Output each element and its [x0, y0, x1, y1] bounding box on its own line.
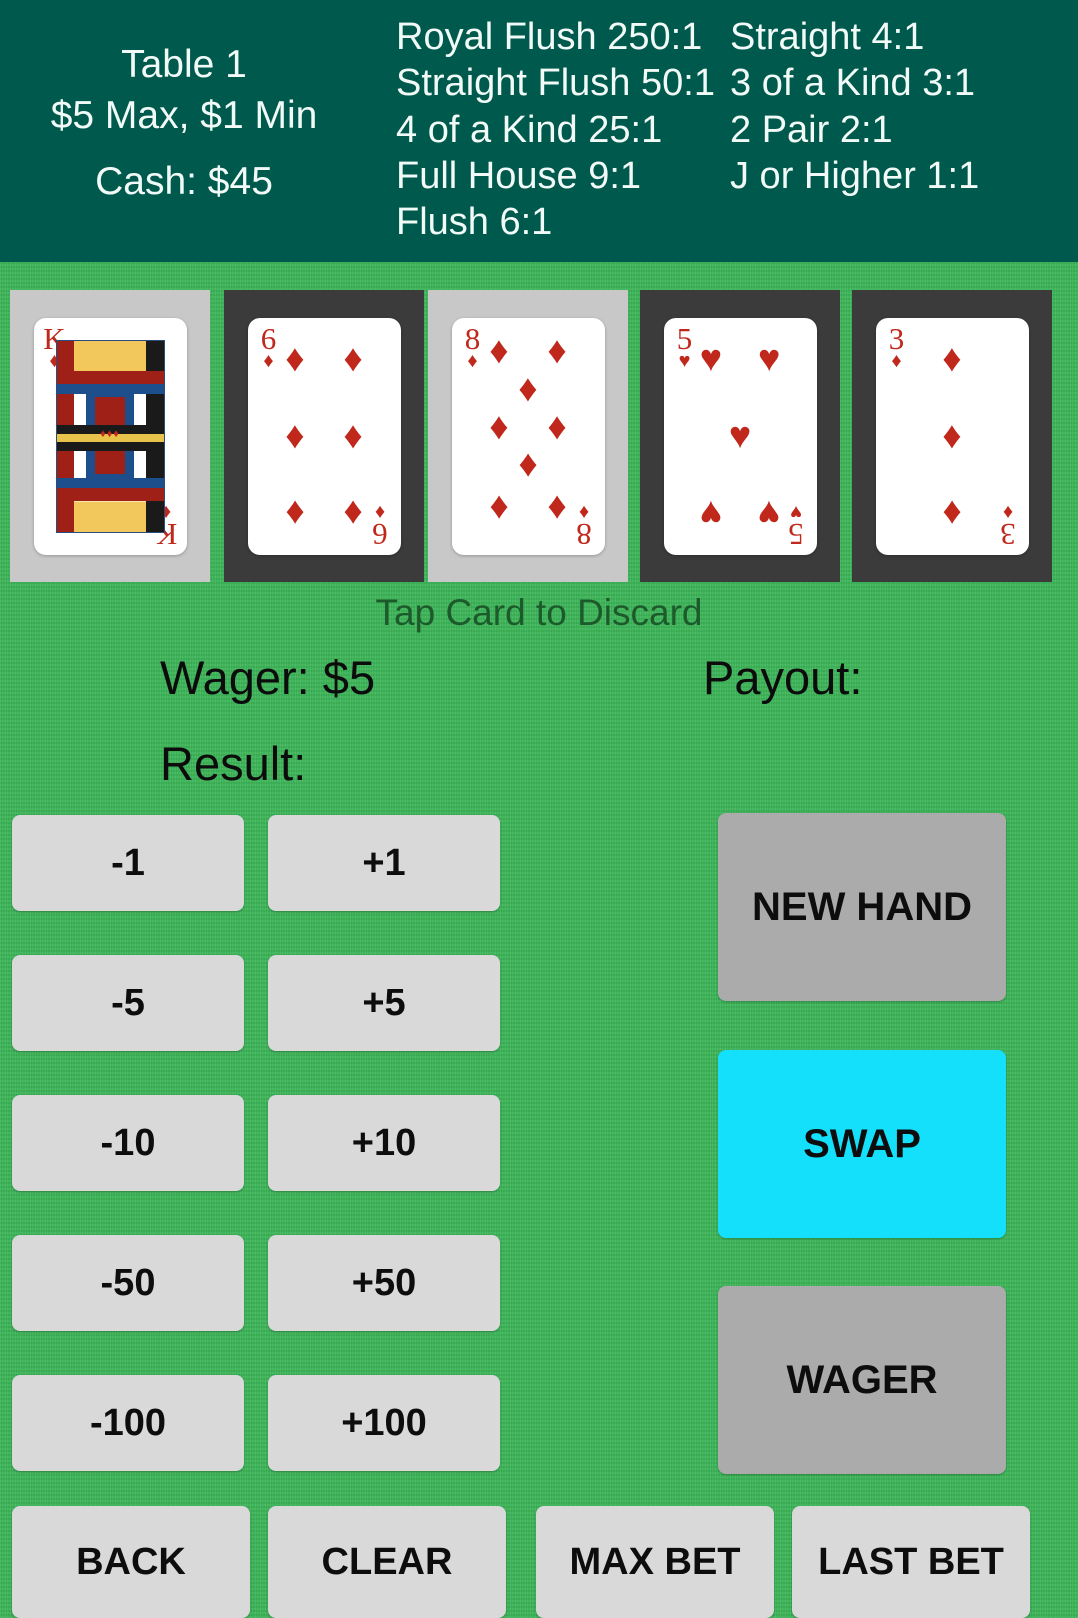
hand-card-row: K ♦ K ♦ ♦♦♦ 6 ♦ 6 ♦ ♦ ♦ ♦ ♦ ♦ ♦ 8 ♦ 8 ♦ ♦ ♦ ♦ ♦ ♦ ♦ ♦ ♦ 5 ♥ 5 ♥ ♥ ♥ ♥ ♥ ♥ 3 ♦…	[0, 290, 1078, 582]
diamonds-pip-icon: ♦	[942, 415, 962, 457]
diamonds-pip-icon: ♦	[285, 338, 305, 381]
hearts-pip-icon: ♥	[699, 338, 723, 381]
last-bet-button[interactable]: LAST BET	[792, 1506, 1030, 1618]
back-button[interactable]: BACK	[12, 1506, 250, 1618]
card-slot-4[interactable]: 5 ♥ 5 ♥ ♥ ♥ ♥ ♥ ♥	[640, 290, 840, 582]
paytable-column-1: Royal Flush 250:1 Straight Flush 50:1 4 …	[396, 14, 715, 246]
card-3-diamonds[interactable]: 3 ♦ 3 ♦ ♦ ♦ ♦	[875, 317, 1029, 555]
card-slot-5[interactable]: 3 ♦ 3 ♦ ♦ ♦ ♦	[852, 290, 1052, 582]
table-name: Table 1	[121, 43, 247, 86]
bet-minus-10-button[interactable]: -10	[12, 1095, 244, 1191]
hearts-pip-icon: ♥	[757, 491, 781, 534]
paytable-row: Royal Flush 250:1	[396, 16, 703, 58]
wager-button[interactable]: WAGER	[718, 1286, 1006, 1474]
header-bar: Table 1 $5 Max, $1 Min Cash: $45 Royal F…	[0, 0, 1078, 262]
diamonds-pip-icon: ♦	[285, 491, 305, 534]
card-8-diamonds[interactable]: 8 ♦ 8 ♦ ♦ ♦ ♦ ♦ ♦ ♦ ♦ ♦	[451, 317, 605, 555]
table-limits: $5 Max, $1 Min	[50, 93, 318, 137]
diamonds-pip-icon: ♦	[547, 406, 567, 449]
max-bet-button[interactable]: MAX BET	[536, 1506, 774, 1618]
bet-minus-1-button[interactable]: -1	[12, 815, 244, 911]
diamonds-pip-icon: ♦	[343, 338, 363, 381]
result-label: Result:	[160, 737, 307, 790]
new-hand-button[interactable]: NEW HAND	[718, 813, 1006, 1001]
card-slot-2[interactable]: 6 ♦ 6 ♦ ♦ ♦ ♦ ♦ ♦ ♦	[224, 290, 424, 582]
diamonds-pip-icon: ♦	[547, 487, 567, 530]
court-card-illustration: ♦♦♦	[55, 339, 165, 533]
clear-button[interactable]: CLEAR	[268, 1506, 506, 1618]
tap-to-discard-hint: Tap Card to Discard	[375, 592, 703, 633]
bet-plus-10-button[interactable]: +10	[268, 1095, 500, 1191]
diamonds-pip-icon: ♦	[343, 491, 363, 534]
diamonds-pip-icon: ♦	[942, 338, 962, 381]
bet-plus-100-button[interactable]: +100	[268, 1375, 500, 1471]
hearts-pip-icon: ♥	[728, 415, 752, 457]
paytable-row: Full House 9:1	[396, 155, 642, 198]
bet-plus-50-button[interactable]: +50	[268, 1235, 500, 1331]
paytable-column-2: Straight 4:1 3 of a Kind 3:1 2 Pair 2:1 …	[730, 14, 979, 199]
swap-button[interactable]: SWAP	[718, 1050, 1006, 1238]
hearts-pip-icon: ♥	[699, 491, 723, 534]
payout-amount-label: Payout:	[703, 651, 863, 704]
diamonds-pip-icon: ♦	[942, 491, 962, 534]
bet-plus-1-button[interactable]: +1	[268, 815, 500, 911]
paytable-row: 4 of a Kind 25:1	[396, 108, 663, 151]
bet-plus-5-button[interactable]: +5	[268, 955, 500, 1051]
paytable-row: Straight Flush 50:1	[396, 62, 715, 105]
video-poker-app: Table 1 $5 Max, $1 Min Cash: $45 Royal F…	[0, 0, 1078, 1618]
paytable-row: Straight 4:1	[730, 16, 925, 58]
diamonds-pip-icon: ♦	[285, 415, 305, 457]
table-info: Table 1 $5 Max, $1 Min Cash: $45	[0, 40, 368, 208]
bet-minus-100-button[interactable]: -100	[12, 1375, 244, 1471]
diamonds-pip-icon: ♦	[489, 406, 509, 449]
card-K-diamonds[interactable]: K ♦ K ♦ ♦♦♦	[33, 317, 187, 555]
card-5-hearts[interactable]: 5 ♥ 5 ♥ ♥ ♥ ♥ ♥ ♥	[663, 317, 817, 555]
paytable-row: Flush 6:1	[396, 201, 553, 244]
card-pip-grid: ♦ ♦ ♦	[904, 330, 1001, 543]
diamonds-pip-icon: ♦	[489, 329, 509, 372]
diamonds-pip-icon: ♦	[489, 487, 509, 530]
cash-balance: Cash: $45	[95, 160, 273, 204]
diamonds-pip-icon: ♦	[343, 415, 363, 457]
bet-minus-50-button[interactable]: -50	[12, 1235, 244, 1331]
wager-amount-label: Wager: $5	[160, 651, 376, 704]
card-pip-grid: ♦ ♦ ♦ ♦ ♦ ♦	[276, 330, 373, 543]
paytable-row: 2 Pair 2:1	[730, 108, 893, 151]
card-6-diamonds[interactable]: 6 ♦ 6 ♦ ♦ ♦ ♦ ♦ ♦ ♦	[247, 317, 401, 555]
card-pip-grid: ♦ ♦ ♦ ♦ ♦ ♦ ♦ ♦	[480, 330, 577, 543]
hearts-pip-icon: ♥	[757, 338, 781, 381]
diamonds-pip-icon: ♦	[518, 368, 538, 411]
paytable-row: J or Higher 1:1	[730, 155, 980, 198]
diamonds-pip-icon: ♦	[547, 329, 567, 372]
card-slot-1[interactable]: K ♦ K ♦ ♦♦♦	[10, 290, 210, 582]
card-pip-grid: ♥ ♥ ♥ ♥ ♥	[692, 330, 789, 543]
paytable-row: 3 of a Kind 3:1	[730, 62, 976, 105]
bet-minus-5-button[interactable]: -5	[12, 955, 244, 1051]
diamonds-pip-icon: ♦	[518, 444, 538, 487]
card-slot-3[interactable]: 8 ♦ 8 ♦ ♦ ♦ ♦ ♦ ♦ ♦ ♦ ♦	[428, 290, 628, 582]
